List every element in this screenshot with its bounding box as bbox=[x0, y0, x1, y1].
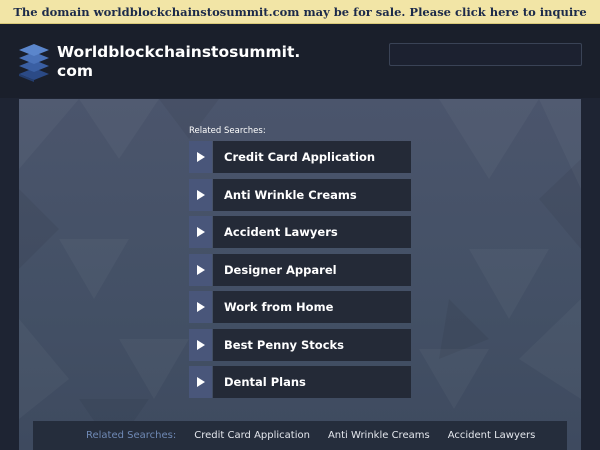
related-link-label[interactable]: Work from Home bbox=[213, 291, 411, 323]
related-link-label[interactable]: Credit Card Application bbox=[213, 141, 411, 173]
related-link-dental-plans[interactable]: Dental Plans bbox=[189, 366, 411, 398]
related-link-label[interactable]: Best Penny Stocks bbox=[213, 328, 411, 361]
related-link-best-penny-stocks[interactable]: Best Penny Stocks bbox=[189, 328, 411, 361]
play-arrow-icon bbox=[189, 253, 212, 286]
related-link-credit-card-application[interactable]: Credit Card Application bbox=[189, 141, 411, 173]
related-searches-label: Related Searches: bbox=[189, 126, 266, 136]
main-panel: Related Searches: Credit Card Applicatio… bbox=[19, 99, 581, 450]
play-arrow-icon bbox=[189, 291, 212, 323]
related-link-label[interactable]: Anti Wrinkle Creams bbox=[213, 178, 411, 211]
play-arrow-icon bbox=[189, 366, 212, 398]
footer-related-bar: Related Searches: Credit Card Applicatio… bbox=[33, 421, 567, 450]
related-links-list: Credit Card Application Anti Wrinkle Cre… bbox=[189, 141, 411, 404]
search-input[interactable] bbox=[389, 43, 582, 66]
play-arrow-icon bbox=[189, 328, 212, 361]
stacked-layers-icon bbox=[18, 42, 50, 82]
footer-link-credit-card-application[interactable]: Credit Card Application bbox=[194, 430, 310, 441]
site-header: Worldblockchainstosummit.com bbox=[0, 24, 600, 98]
related-link-anti-wrinkle-creams[interactable]: Anti Wrinkle Creams bbox=[189, 178, 411, 211]
related-link-label[interactable]: Dental Plans bbox=[213, 366, 411, 398]
related-link-label[interactable]: Accident Lawyers bbox=[213, 216, 411, 248]
footer-link-accident-lawyers[interactable]: Accident Lawyers bbox=[448, 430, 536, 441]
site-title: Worldblockchainstosummit.com bbox=[57, 43, 301, 80]
footer-link-anti-wrinkle-creams[interactable]: Anti Wrinkle Creams bbox=[328, 430, 430, 441]
for-sale-banner[interactable]: The domain worldblockchainstosummit.com … bbox=[0, 0, 600, 24]
related-link-accident-lawyers[interactable]: Accident Lawyers bbox=[189, 216, 411, 248]
related-link-label[interactable]: Designer Apparel bbox=[213, 253, 411, 286]
play-arrow-icon bbox=[189, 178, 212, 211]
footer-related-label: Related Searches: bbox=[86, 430, 177, 441]
banner-text[interactable]: The domain worldblockchainstosummit.com … bbox=[13, 5, 586, 19]
related-link-designer-apparel[interactable]: Designer Apparel bbox=[189, 253, 411, 286]
play-arrow-icon bbox=[189, 141, 212, 173]
play-arrow-icon bbox=[189, 216, 212, 248]
related-link-work-from-home[interactable]: Work from Home bbox=[189, 291, 411, 323]
